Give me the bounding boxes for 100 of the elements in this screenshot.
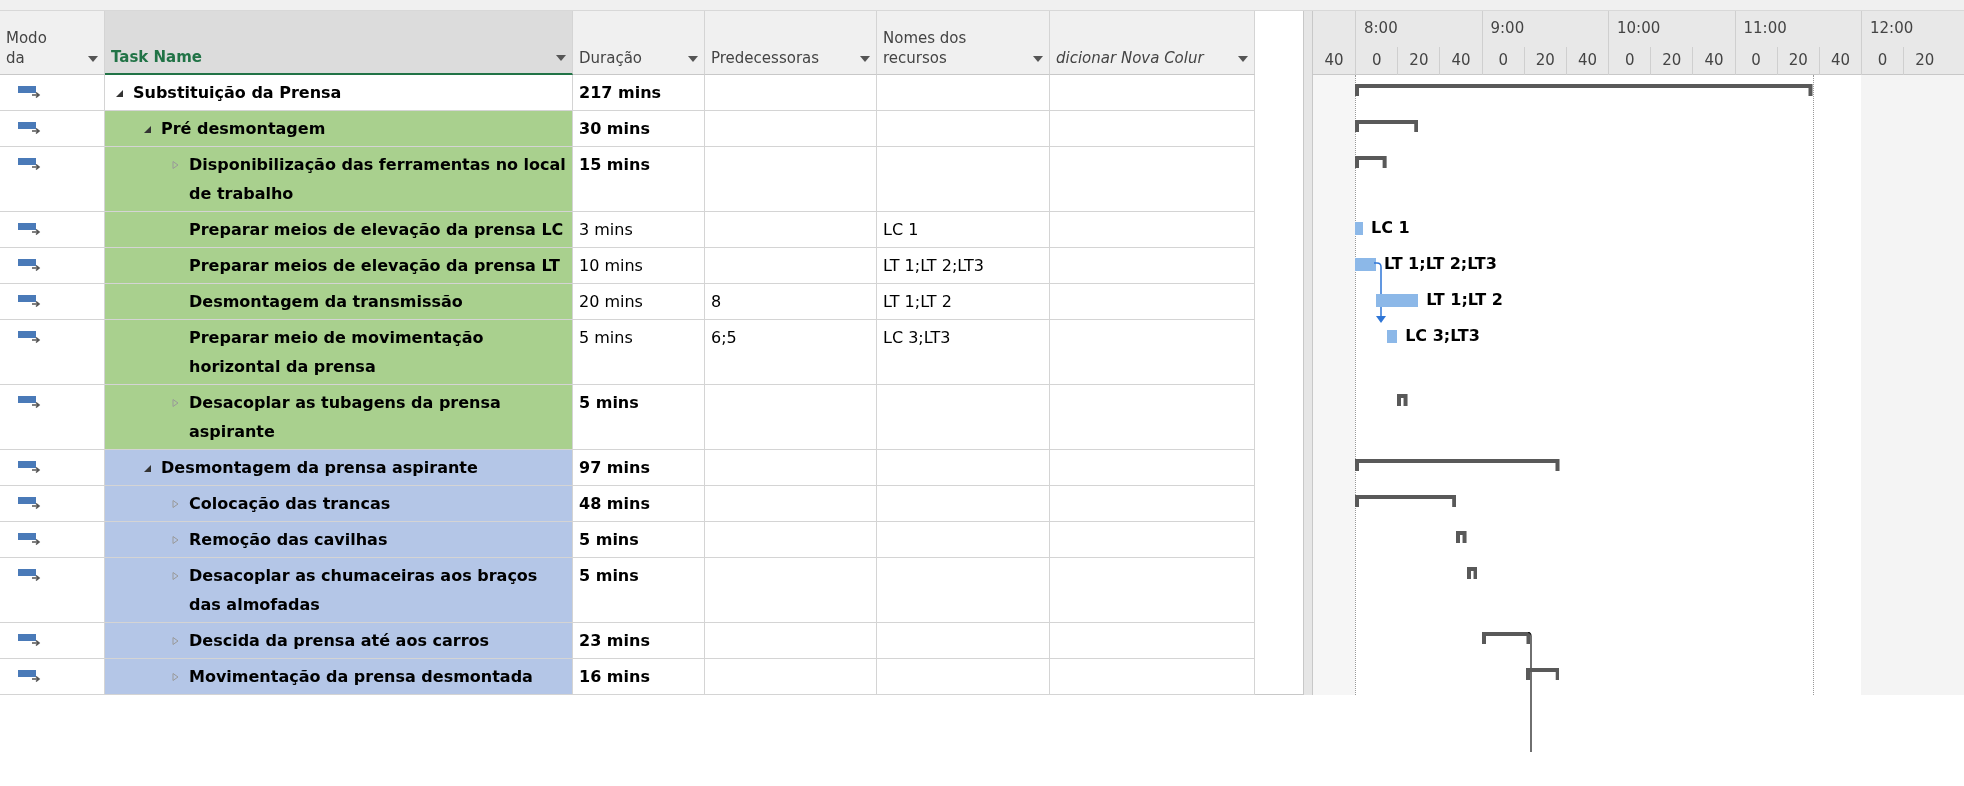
task-mode-icon xyxy=(18,294,42,308)
task-name-cell[interactable]: Desmontagem da transmissão xyxy=(105,284,573,320)
bar-label: LT 1;LT 2;LT3 xyxy=(1384,253,1497,275)
table-cell: 23 mins xyxy=(573,623,705,659)
caret-icon[interactable] xyxy=(88,56,98,62)
summary-bar[interactable] xyxy=(1355,459,1560,471)
table-cell: LC 1 xyxy=(877,212,1050,248)
task-mode-icon xyxy=(18,568,42,582)
caret-icon[interactable] xyxy=(1238,56,1248,62)
task-mode-icon xyxy=(18,496,42,510)
table-cell: 97 mins xyxy=(573,450,705,486)
column-header-label: dicionar Nova Colur xyxy=(1056,48,1204,68)
task-name-cell[interactable]: Movimentação da prensa desmontada xyxy=(105,659,573,695)
column-header[interactable]: Predecessoras xyxy=(705,11,877,75)
timescale-label: 0 xyxy=(1608,47,1651,75)
timescale-label: 11:00 xyxy=(1734,11,1861,47)
task-name-cell[interactable]: Colocação das trancas xyxy=(105,486,573,522)
task-name: Descida da prensa até aos carros xyxy=(189,630,490,652)
table-cell: LC 3;LT3 xyxy=(877,320,1050,385)
column-header-label: Task Name xyxy=(111,47,203,67)
task-mode-icon xyxy=(18,157,42,171)
timescale-label: 0 xyxy=(1355,47,1398,75)
task-mode-icon xyxy=(18,222,42,236)
timescale-label: 20 xyxy=(1776,47,1819,75)
table-cell: 5 mins xyxy=(573,385,705,450)
task-name: Desmontagem da transmissão xyxy=(189,291,463,313)
column-header[interactable]: dicionar Nova Colur xyxy=(1050,11,1255,75)
timescale-label: 20 xyxy=(1523,47,1566,75)
timescale-label: 8:00 xyxy=(1355,11,1482,47)
timescale-label: 12:00 xyxy=(1861,11,1964,47)
table-cell: 217 mins xyxy=(573,75,705,111)
task-name: Remoção das cavilhas xyxy=(189,529,388,551)
summary-bar[interactable] xyxy=(1481,632,1530,644)
table-cell: LT 1;LT 2 xyxy=(877,284,1050,320)
column-header[interactable]: Task Name xyxy=(105,11,573,75)
task-name: Preparar meios de elevação da prensa LC xyxy=(189,219,564,241)
task-name-cell[interactable]: Remoção das cavilhas xyxy=(105,522,573,558)
task-name: Preparar meios de elevação da prensa LT xyxy=(189,255,560,277)
column-header-label: Nomes dos recursos xyxy=(883,28,968,68)
table-cell: 20 mins xyxy=(573,284,705,320)
caret-icon[interactable] xyxy=(860,56,870,62)
table-cell: 15 mins xyxy=(573,147,705,212)
task-name-cell[interactable]: Preparar meio de movimentação horizontal da prensa xyxy=(105,320,573,385)
summary-bar[interactable] xyxy=(1525,668,1560,680)
column-header[interactable]: Modo da xyxy=(0,11,105,75)
table-cell: 16 mins xyxy=(573,659,705,695)
task-name: Desmontagem da prensa aspirante xyxy=(161,457,478,479)
caret-icon[interactable] xyxy=(688,56,698,62)
column-header[interactable]: Nomes dos recursos xyxy=(877,11,1050,75)
table-cell: 6;5 xyxy=(705,320,877,385)
summary-bar[interactable] xyxy=(1355,84,1813,96)
table-cell: 48 mins xyxy=(573,486,705,522)
task-name-cell[interactable]: Preparar meios de elevação da prensa LT xyxy=(105,248,573,284)
task-name-cell[interactable]: Preparar meios de elevação da prensa LC xyxy=(105,212,573,248)
caret-icon[interactable] xyxy=(1033,56,1043,62)
summary-bar[interactable] xyxy=(1466,567,1478,579)
timescale-label: 20 xyxy=(1650,47,1693,75)
task-mode-icon xyxy=(18,258,42,272)
task-mode-icon xyxy=(18,532,42,546)
task-name-cell[interactable]: Desacoplar as tubagens da prensa aspirante xyxy=(105,385,573,450)
timescale-label: 10:00 xyxy=(1608,11,1735,47)
task-mode-icon xyxy=(18,395,42,409)
task-name-cell[interactable]: Descida da prensa até aos carros xyxy=(105,623,573,659)
task-name: Desacoplar as chumaceiras aos braços das almofadas xyxy=(189,565,539,616)
caret-icon[interactable] xyxy=(556,55,566,61)
task-mode-icon xyxy=(18,121,42,135)
column-header-label: Modo da xyxy=(6,28,48,68)
timescale-label: 40 xyxy=(1692,47,1735,75)
task-name-cell[interactable]: Pré desmontagem xyxy=(105,111,573,147)
timescale-label: 0 xyxy=(1734,47,1777,75)
task-name: Colocação das trancas xyxy=(189,493,391,515)
task-name-cell[interactable]: Desmontagem da prensa aspirante xyxy=(105,450,573,486)
task-mode-icon xyxy=(18,669,42,683)
bar-label: LT 1;LT 2 xyxy=(1426,289,1503,311)
timescale-label: 40 xyxy=(1818,47,1862,75)
column-header-label: Duração xyxy=(579,48,643,68)
timescale-label: 40 xyxy=(1565,47,1609,75)
table-cell: 10 mins xyxy=(573,248,705,284)
table-cell: 5 mins xyxy=(573,320,705,385)
task-mode-icon xyxy=(18,85,42,99)
task-name-cell[interactable]: Disponibilização das ferramentas no local de trabalho xyxy=(105,147,573,212)
task-mode-icon xyxy=(18,460,42,474)
summary-bar[interactable] xyxy=(1397,394,1408,406)
timescale-label: 0 xyxy=(1861,47,1904,75)
task-name-cell[interactable]: Desacoplar as chumaceiras aos braços das almofadas xyxy=(105,558,573,623)
summary-bar[interactable] xyxy=(1355,120,1419,132)
bar-label: LC 3;LT3 xyxy=(1405,325,1480,347)
column-header-label: Predecessoras xyxy=(711,48,820,68)
task-name: Movimentação da prensa desmontada xyxy=(189,666,533,688)
table-cell: 30 mins xyxy=(573,111,705,147)
summary-bar[interactable] xyxy=(1355,156,1387,168)
column-header[interactable]: Duração xyxy=(573,11,705,75)
table-cell: 8 xyxy=(705,284,877,320)
bar-label: LC 1 xyxy=(1371,217,1410,239)
summary-bar[interactable] xyxy=(1456,531,1467,543)
task-name: Desacoplar as tubagens da prensa aspirante xyxy=(189,392,502,443)
table-cell: 5 mins xyxy=(573,558,705,623)
summary-bar[interactable] xyxy=(1355,495,1457,507)
timescale-label: 40 xyxy=(1439,47,1482,75)
task-mode-icon xyxy=(18,633,42,647)
